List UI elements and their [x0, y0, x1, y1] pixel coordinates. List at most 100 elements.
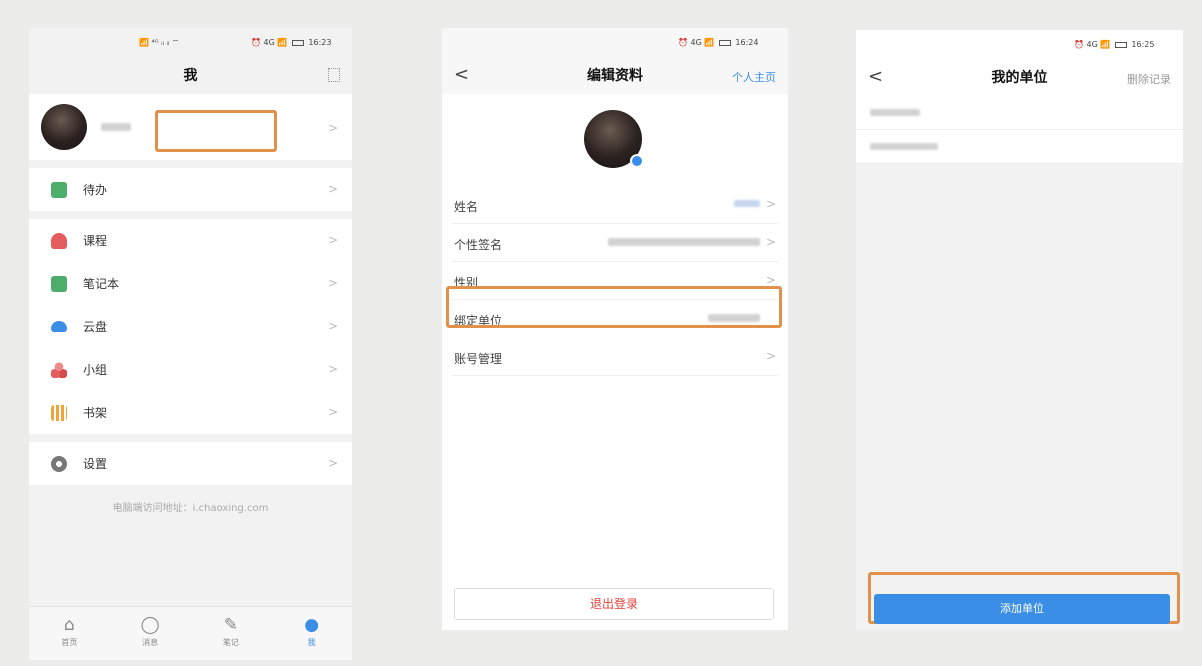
- status-bar: 📶 ⁴ᴳ ᵢₗ ᵢₗ ⌔ ⏰ 4G 📶 16:23: [29, 28, 352, 58]
- signal-icons: 📶 ⁴ᴳ ᵢₗ ᵢₗ ⌔: [139, 38, 180, 47]
- nav-bar: < 我的单位 删除记录: [856, 60, 1183, 96]
- battery-icon: [1114, 41, 1127, 48]
- status-right-icons: ⏰ 4G 📶 16:25: [1074, 40, 1154, 49]
- field-name[interactable]: 姓名 >: [452, 186, 778, 224]
- highlight-box: [155, 110, 277, 152]
- status-right-icons: ⏰ 4G 📶 16:24: [678, 38, 758, 47]
- edit-icon: ✎: [223, 615, 238, 635]
- profile-card[interactable]: >: [29, 94, 352, 160]
- status-time: 16:24: [735, 38, 759, 47]
- chevron-right-icon: >: [765, 235, 776, 249]
- unit-item[interactable]: [856, 130, 1183, 164]
- delete-records-link[interactable]: 删除记录: [1127, 71, 1171, 87]
- web-access-hint: 电脑端访问地址：i.chaoxing.com: [112, 503, 269, 514]
- tab-label: 笔记: [222, 638, 239, 647]
- chevron-right-icon: >: [765, 273, 776, 287]
- unit-name-blurred: [870, 109, 920, 116]
- gear-icon: [51, 455, 67, 472]
- status-time: 16:25: [1131, 40, 1155, 49]
- chevron-right-icon: >: [765, 197, 776, 211]
- name-value-blurred: [734, 200, 760, 207]
- group-icon: [51, 361, 67, 378]
- bookshelf-icon: [51, 404, 67, 421]
- field-account[interactable]: 账号管理 >: [452, 338, 778, 376]
- cloud-icon: [51, 321, 67, 332]
- back-icon[interactable]: <: [454, 64, 469, 85]
- tab-messages[interactable]: ◯ 消息: [110, 607, 191, 660]
- bottom-tab-bar: ⌂ 首页 ◯ 消息 ✎ 笔记 ● 我: [29, 606, 352, 660]
- unit-item[interactable]: [856, 96, 1183, 130]
- menu-item-label: 书架: [83, 406, 108, 420]
- menu-item-cloud[interactable]: 云盘 >: [29, 305, 352, 348]
- field-label: 个性签名: [454, 238, 503, 252]
- menu-item-group[interactable]: 小组 >: [29, 348, 352, 391]
- menu-item-notebook[interactable]: 笔记本 >: [29, 262, 352, 305]
- home-icon: ⌂: [63, 615, 75, 635]
- nav-bar: 我: [29, 58, 352, 94]
- status-icons: ⏰ 4G 📶: [251, 38, 288, 47]
- chevron-right-icon: >: [327, 405, 338, 419]
- menu-item-course[interactable]: 课程 >: [29, 219, 352, 262]
- status-bar: ⏰ 4G 📶 16:25: [856, 30, 1183, 60]
- menu-item-label: 笔记本: [83, 277, 120, 291]
- header-area: ⏰ 4G 📶 16:25 < 我的单位 删除记录: [856, 30, 1183, 164]
- avatar-section: [442, 94, 788, 186]
- page-title: 我的单位: [991, 70, 1048, 86]
- personal-homepage-link[interactable]: 个人主页: [732, 69, 776, 85]
- status-icons: ⏰ 4G 📶: [1074, 40, 1111, 49]
- avatar[interactable]: [41, 104, 87, 150]
- unit-name-blurred: [870, 143, 938, 150]
- settings-group: 设置 >: [29, 442, 352, 485]
- tab-me[interactable]: ● 我: [271, 607, 352, 660]
- camera-icon[interactable]: [630, 154, 644, 168]
- my-units-screen: ⏰ 4G 📶 16:25 < 我的单位 删除记录 添加单位: [856, 30, 1183, 630]
- menu-item-bookshelf[interactable]: 书架 >: [29, 391, 352, 434]
- highlight-box: [446, 286, 782, 328]
- logout-button[interactable]: 退出登录: [454, 588, 774, 620]
- person-icon: ●: [304, 615, 320, 635]
- page-title: 编辑资料: [587, 68, 643, 84]
- chat-bubble-icon: ◯: [140, 615, 160, 635]
- menu-item-label: 小组: [83, 363, 108, 377]
- qr-code-icon[interactable]: [328, 68, 340, 82]
- menu-item-label: 云盘: [83, 320, 108, 334]
- tab-label: 我: [307, 638, 316, 647]
- menu-item-label: 设置: [83, 457, 108, 471]
- status-bar: ⏰ 4G 📶 16:24: [442, 28, 788, 58]
- status-icons: ⏰ 4G 📶: [678, 38, 715, 47]
- field-label: 账号管理: [454, 352, 503, 366]
- tab-label: 首页: [61, 638, 78, 647]
- back-icon[interactable]: <: [868, 66, 883, 87]
- menu-item-label: 待办: [83, 183, 108, 197]
- chevron-right-icon: >: [327, 233, 338, 247]
- course-icon: [51, 232, 67, 249]
- menu-item-settings[interactable]: 设置 >: [29, 442, 352, 485]
- nav-bar: < 编辑资料 个人主页: [442, 58, 788, 94]
- user-name-blurred: [101, 123, 131, 131]
- chevron-right-icon: >: [327, 182, 338, 196]
- battery-icon: [291, 39, 304, 46]
- field-signature[interactable]: 个性签名 >: [452, 224, 778, 262]
- status-time: 16:23: [308, 38, 332, 47]
- tab-notes[interactable]: ✎ 笔记: [191, 607, 272, 660]
- chevron-right-icon: >: [327, 456, 338, 470]
- menu-item-label: 课程: [83, 234, 108, 248]
- chevron-right-icon: >: [765, 349, 776, 363]
- chevron-right-icon: >: [327, 276, 338, 290]
- signature-value-blurred: [608, 238, 760, 246]
- edit-profile-screen: ⏰ 4G 📶 16:24 < 编辑资料 个人主页 姓名 > 个性签名 > 性别 …: [442, 28, 788, 630]
- chevron-right-icon: >: [327, 121, 338, 135]
- profile-screen: 📶 ⁴ᴳ ᵢₗ ᵢₗ ⌔ ⏰ 4G 📶 16:23 我 > 待办 > 课程 >: [29, 28, 352, 660]
- status-right-icons: ⏰ 4G 📶 16:23: [251, 38, 331, 47]
- page-title: 我: [183, 68, 198, 84]
- features-group: 课程 > 笔记本 > 云盘 > 小组 > 书架 >: [29, 219, 352, 434]
- tab-label: 消息: [142, 638, 159, 647]
- todo-icon: [51, 181, 67, 198]
- field-label: 姓名: [454, 200, 479, 214]
- notebook-icon: [51, 275, 67, 292]
- menu-item-todo[interactable]: 待办 >: [29, 168, 352, 211]
- add-unit-button[interactable]: 添加单位: [874, 594, 1170, 624]
- todo-group: 待办 >: [29, 168, 352, 211]
- tab-home[interactable]: ⌂ 首页: [29, 607, 110, 660]
- chevron-right-icon: >: [327, 362, 338, 376]
